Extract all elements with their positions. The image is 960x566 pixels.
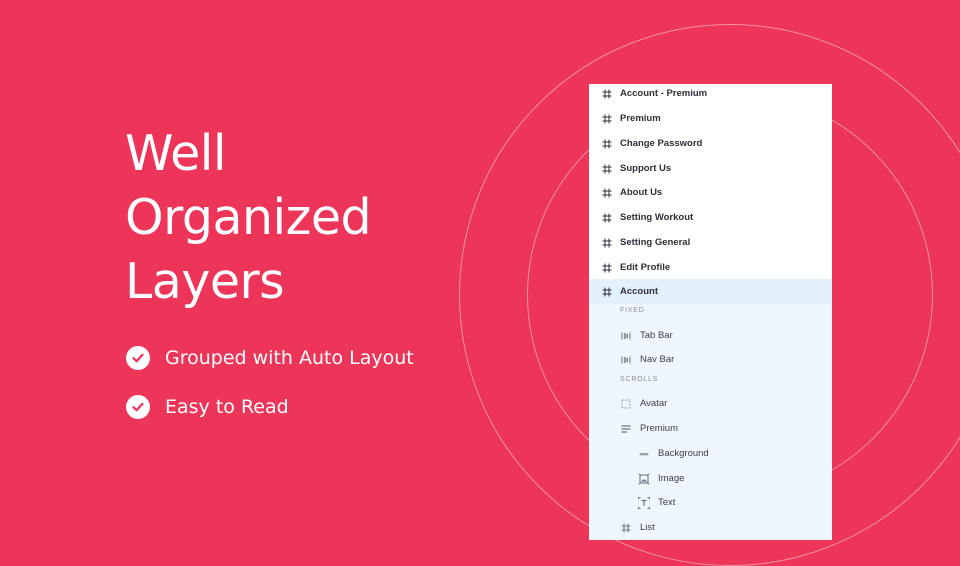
- layer-label: About Us: [620, 187, 663, 198]
- layer-label: Change Password: [620, 138, 703, 149]
- layer-frame-support-us[interactable]: Support Us: [589, 156, 832, 181]
- feature-list: Grouped with Auto Layout Easy to Read: [126, 346, 414, 444]
- layer-label: Image: [658, 473, 685, 484]
- layer-frame-premium[interactable]: Premium: [589, 106, 832, 131]
- layer-frame-account-premium[interactable]: Account - Premium: [589, 84, 832, 106]
- feature-item: Easy to Read: [126, 395, 414, 419]
- layer-label: Background: [658, 448, 709, 459]
- layer-label: Text: [658, 497, 676, 508]
- headline: Well Organized Layers: [125, 122, 372, 314]
- layer-label: Account - Premium: [620, 88, 708, 99]
- layer-label: Support Us: [620, 163, 672, 174]
- section-label-scrolls: SCROLLS: [620, 376, 659, 383]
- frame-hash-icon: [602, 114, 612, 123]
- layer-text[interactable]: Text: [589, 490, 832, 515]
- frame-hash-icon: [602, 213, 612, 222]
- layer-label: Tab Bar: [640, 330, 673, 341]
- frame-hash-icon: [602, 188, 612, 197]
- layer-label: Edit Profile: [620, 262, 671, 273]
- layer-label: Account: [620, 286, 658, 297]
- frame-hash-icon: [602, 287, 612, 296]
- layer-frame-account[interactable]: Account: [589, 279, 832, 304]
- rectangle-icon: [639, 452, 649, 455]
- frame-hash-icon: [602, 139, 612, 148]
- frame-hash-icon: [602, 238, 612, 247]
- layer-image[interactable]: Image: [589, 466, 832, 491]
- layer-label: Nav Bar: [640, 354, 675, 365]
- horizontal-auto-layout-icon: [621, 356, 631, 363]
- image-frame-icon: [638, 472, 650, 485]
- layer-tab-bar[interactable]: Tab Bar: [589, 323, 832, 348]
- layers-panel: Account - Premium Premium Change Passwor…: [589, 84, 832, 540]
- section-label-fixed: FIXED: [620, 307, 645, 314]
- layer-frame-about-us[interactable]: About Us: [589, 180, 832, 205]
- feature-label: Grouped with Auto Layout: [165, 347, 414, 369]
- frame-hash-icon: [602, 164, 612, 173]
- frame-hash-icon: [602, 263, 612, 272]
- frame-hash-icon: [602, 89, 612, 98]
- vertical-auto-layout-icon: [621, 424, 631, 433]
- layer-avatar[interactable]: Avatar: [589, 391, 832, 416]
- headline-line-3: Layers: [125, 253, 285, 310]
- layer-nav-bar[interactable]: Nav Bar: [589, 347, 832, 372]
- layer-label: Premium: [640, 423, 679, 434]
- layer-label: List: [640, 522, 655, 533]
- headline-line-2: Organized: [125, 189, 372, 246]
- layer-list[interactable]: List: [589, 515, 832, 540]
- frame-hash-icon: [621, 523, 631, 532]
- text-icon: [638, 496, 650, 509]
- layer-background[interactable]: Background: [589, 441, 832, 466]
- layer-frame-change-password[interactable]: Change Password: [589, 131, 832, 156]
- check-circle-icon: [126, 395, 150, 419]
- layer-frame-setting-workout[interactable]: Setting Workout: [589, 205, 832, 230]
- layer-frame-setting-general[interactable]: Setting General: [589, 230, 832, 255]
- layer-label: Setting Workout: [620, 212, 694, 223]
- check-circle-icon: [126, 346, 150, 370]
- layer-label: Premium: [620, 113, 661, 124]
- layer-label: Avatar: [640, 398, 668, 409]
- layer-premium-group[interactable]: Premium: [589, 416, 832, 441]
- dashed-frame-icon: [621, 399, 631, 408]
- headline-line-1: Well: [125, 125, 226, 182]
- feature-item: Grouped with Auto Layout: [126, 346, 414, 370]
- horizontal-auto-layout-icon: [621, 332, 631, 339]
- feature-label: Easy to Read: [165, 396, 289, 418]
- layer-frame-edit-profile[interactable]: Edit Profile: [589, 255, 832, 280]
- layer-label: Setting General: [620, 237, 691, 248]
